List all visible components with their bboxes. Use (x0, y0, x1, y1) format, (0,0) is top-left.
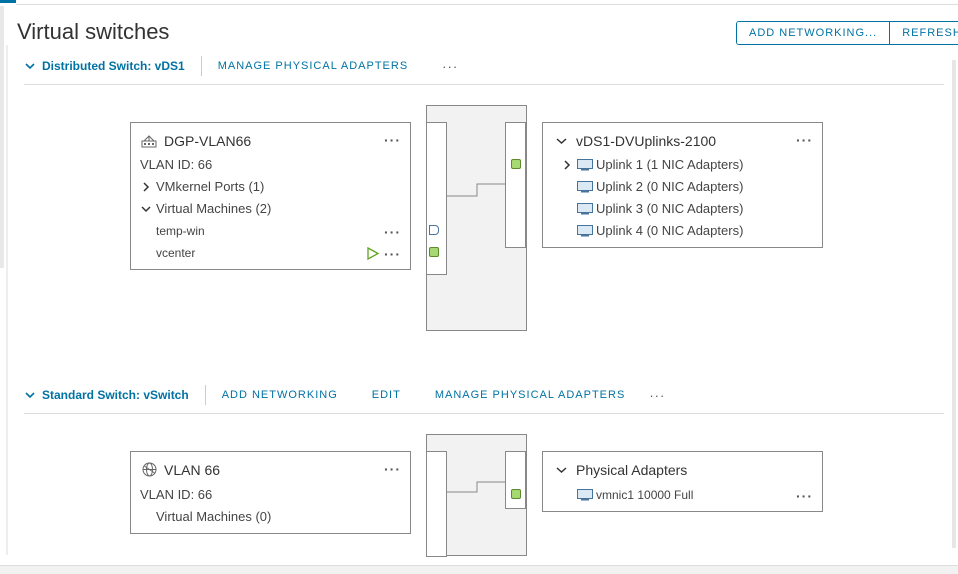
uplinks-name[interactable]: vDS1-DVUplinks-2100 (576, 133, 716, 149)
more-icon[interactable]: ··· (796, 489, 813, 503)
chevron-down-icon[interactable] (141, 205, 151, 213)
switch-uplink-panel (505, 122, 526, 248)
standard-switch-header: Standard Switch: vSwitch ADD NETWORKING … (24, 385, 665, 405)
chevron-right-icon[interactable] (142, 182, 150, 192)
chevron-right-icon[interactable] (563, 160, 571, 170)
network-icon (141, 135, 157, 148)
page-title: Virtual switches (17, 19, 170, 44)
uplink-item[interactable]: Uplink 2 (0 NIC Adapters) (596, 179, 743, 194)
section-divider (24, 84, 944, 85)
nic-icon (577, 181, 593, 193)
standard-port-group-card: VLAN 66 ··· VLAN ID: 66 Virtual Machines… (130, 451, 411, 534)
port-group-name[interactable]: DGP-VLAN66 (164, 133, 251, 149)
uplink-item[interactable]: Uplink 3 (0 NIC Adapters) (596, 201, 743, 216)
more-icon[interactable]: ··· (384, 247, 401, 261)
nic-icon (577, 489, 593, 501)
more-icon[interactable]: ··· (442, 59, 458, 74)
edit-button[interactable]: EDIT (372, 389, 401, 401)
vm-item-vcenter[interactable]: vcenter (156, 246, 195, 260)
more-icon[interactable]: ··· (649, 388, 665, 403)
vlan-id-label: VLAN ID: 66 (140, 487, 213, 502)
uplink-item[interactable]: Uplink 4 (0 NIC Adapters) (596, 223, 743, 238)
header-separator (200, 56, 202, 76)
header-button-group: ADD NETWORKING... REFRESH (736, 21, 958, 45)
right-scrollbar[interactable] (952, 60, 956, 548)
left-gutter (6, 45, 8, 555)
chevron-down-icon[interactable] (24, 60, 36, 72)
section-divider (24, 413, 944, 414)
header-separator (204, 385, 206, 405)
nic-icon (577, 225, 593, 237)
vmkernel-ports-toggle[interactable]: VMkernel Ports (1) (156, 179, 264, 194)
chevron-down-icon[interactable] (24, 389, 36, 401)
physical-adapter-item[interactable]: vmnic1 10000 Full (596, 488, 693, 502)
uplink-port-icon[interactable] (511, 159, 521, 169)
switch-port-group-panel (426, 451, 447, 557)
nic-icon (577, 159, 593, 171)
uplink-item[interactable]: Uplink 1 (1 NIC Adapters) (596, 157, 743, 172)
distributed-switch-graphic (426, 105, 527, 331)
port-group-card: DGP-VLAN66 ··· VLAN ID: 66 VMkernel Port… (130, 122, 411, 270)
distributed-switch-header: Distributed Switch: vDS1 MANAGE PHYSICAL… (24, 56, 458, 76)
switch-uplink-panel (505, 451, 526, 509)
more-icon[interactable]: ··· (384, 462, 401, 476)
bottom-bar (0, 565, 958, 574)
play-icon (367, 247, 379, 260)
standard-port-group-name[interactable]: VLAN 66 (164, 462, 220, 478)
virtual-machines-toggle[interactable]: Virtual Machines (2) (156, 201, 271, 216)
vlan-id-label: VLAN ID: 66 (140, 157, 213, 172)
chevron-down-icon[interactable] (556, 466, 567, 474)
chevron-down-icon[interactable] (556, 137, 567, 145)
uplink-port-icon[interactable] (511, 489, 521, 499)
uplinks-card: vDS1-DVUplinks-2100 ··· Uplink 1 (1 NIC … (542, 122, 823, 248)
physical-adapters-card: Physical Adapters vmnic1 10000 Full ··· (542, 451, 823, 512)
globe-icon (142, 462, 157, 477)
manage-physical-adapters-button[interactable]: MANAGE PHYSICAL ADAPTERS (435, 389, 625, 401)
more-icon[interactable]: ··· (796, 133, 813, 147)
active-tab-indicator (0, 0, 16, 3)
virtual-switches-view: Virtual switches ADD NETWORKING... REFRE… (0, 0, 958, 574)
standard-switch-title[interactable]: Standard Switch: vSwitch (42, 388, 189, 402)
refresh-button[interactable]: REFRESH (889, 22, 958, 44)
vm-item-temp-win[interactable]: temp-win (156, 224, 205, 238)
physical-adapters-name[interactable]: Physical Adapters (576, 462, 687, 478)
more-icon[interactable]: ··· (384, 133, 401, 147)
more-icon[interactable]: ··· (384, 225, 401, 239)
left-scrollbar[interactable] (0, 6, 4, 268)
add-networking-link[interactable]: ADD NETWORKING (222, 389, 338, 401)
standard-switch-graphic (426, 434, 527, 557)
top-divider (16, 4, 958, 5)
vm-port-icon[interactable] (429, 247, 439, 257)
add-networking-button[interactable]: ADD NETWORKING... (737, 22, 890, 44)
distributed-switch-title[interactable]: Distributed Switch: vDS1 (42, 59, 185, 73)
nic-icon (577, 203, 593, 215)
vm-port-icon[interactable] (429, 225, 439, 235)
manage-physical-adapters-button[interactable]: MANAGE PHYSICAL ADAPTERS (218, 60, 408, 72)
virtual-machines-label: Virtual Machines (0) (156, 509, 272, 524)
